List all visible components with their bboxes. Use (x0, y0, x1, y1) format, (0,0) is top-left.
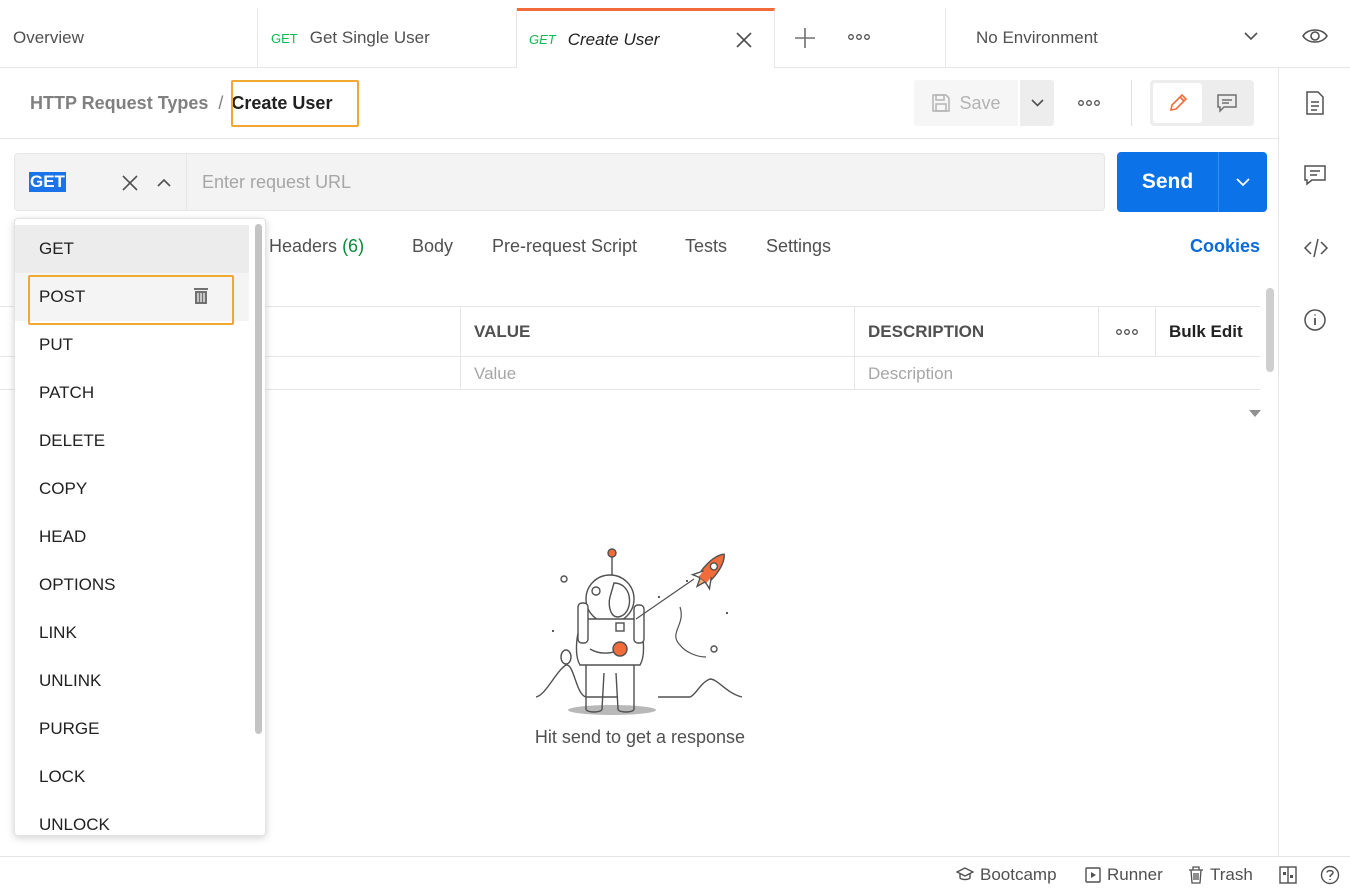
method-option-unlink[interactable]: UNLINK (15, 657, 249, 705)
trash-icon (1189, 866, 1203, 884)
method-option-get[interactable]: GET (15, 225, 249, 273)
chevron-down-icon (1030, 99, 1044, 107)
send-group: Send (1117, 152, 1267, 212)
bootcamp-label: Bootcamp (980, 865, 1057, 884)
tab-headers-count: (6) (342, 236, 365, 256)
comment-icon (1216, 94, 1237, 113)
save-button[interactable]: Save (914, 80, 1018, 126)
save-label: Save (959, 92, 1001, 113)
chevron-down-icon (1236, 177, 1250, 186)
chevron-down-icon (1244, 32, 1258, 41)
url-input[interactable] (187, 153, 1105, 211)
chevron-up-icon[interactable] (157, 178, 171, 187)
column-header-value: VALUE (461, 307, 855, 357)
tab-label: Create User (567, 29, 660, 49)
method-option-unlock[interactable]: UNLOCK (15, 801, 249, 835)
request-more-icon[interactable] (1078, 99, 1100, 107)
clear-icon[interactable] (121, 174, 139, 192)
environment-label: No Environment (976, 28, 1098, 47)
save-icon (931, 93, 951, 113)
dropdown-scrollbar[interactable] (255, 224, 262, 734)
method-option-put[interactable]: PUT (15, 321, 249, 369)
astronaut-illustration-icon (530, 545, 750, 720)
tab-overview[interactable]: Overview (0, 8, 258, 68)
method-select[interactable]: GET (14, 153, 187, 211)
table-more-icon[interactable] (1099, 307, 1156, 357)
method-option-delete[interactable]: DELETE (15, 417, 249, 465)
info-icon[interactable] (1303, 308, 1329, 334)
column-header-description: DESCRIPTION (855, 307, 1099, 357)
breadcrumb-separator: / (218, 92, 224, 113)
tab-method: GET (529, 32, 556, 47)
method-option-copy[interactable]: COPY (15, 465, 249, 513)
column-divider (854, 307, 855, 390)
mode-toggle (1150, 80, 1254, 126)
environment-select[interactable]: No Environment (946, 8, 1280, 68)
tab-settings[interactable]: Settings (766, 236, 831, 260)
method-option-options[interactable]: OPTIONS (15, 561, 249, 609)
tab-label: Overview (13, 28, 84, 47)
bulk-edit-button[interactable]: Bulk Edit (1156, 307, 1260, 357)
tab-method: GET (271, 30, 298, 46)
header-divider (1131, 80, 1132, 126)
method-value: GET (29, 172, 66, 192)
tab-body[interactable]: Body (412, 236, 453, 260)
tab-tests[interactable]: Tests (685, 236, 727, 260)
method-option-link[interactable]: LINK (15, 609, 249, 657)
comments-icon[interactable] (1303, 163, 1329, 189)
cookies-link[interactable]: Cookies (1190, 236, 1260, 257)
method-option-lock[interactable]: LOCK (15, 753, 249, 801)
tab-more-icon[interactable] (848, 33, 870, 41)
column-divider (1155, 307, 1156, 357)
comment-mode-button[interactable] (1202, 83, 1251, 123)
tab-headers[interactable]: Headers (6) (269, 236, 364, 260)
tab-pre-request-script[interactable]: Pre-request Script (492, 236, 637, 260)
graduation-cap-icon (956, 867, 974, 881)
breadcrumb-parent[interactable]: HTTP Request Types (30, 93, 208, 114)
params-scrollbar[interactable] (1266, 288, 1274, 372)
value-cell-input[interactable]: Value (461, 357, 855, 390)
method-option-purge[interactable]: PURGE (15, 705, 249, 753)
edit-mode-button[interactable] (1153, 83, 1202, 123)
help-icon[interactable] (1320, 865, 1340, 885)
bootcamp-button[interactable]: Bootcamp (956, 864, 1057, 886)
runner-label: Runner (1107, 865, 1163, 884)
tab-create-user[interactable]: GET Create User (517, 8, 775, 68)
tab-get-single-user[interactable]: GET Get Single User (258, 8, 517, 68)
send-button[interactable]: Send (1117, 152, 1219, 212)
method-option-head[interactable]: HEAD (15, 513, 249, 561)
eye-icon[interactable] (1302, 26, 1328, 46)
collapse-triangle-icon[interactable] (1249, 410, 1261, 418)
new-tab-icon[interactable] (794, 27, 816, 49)
tab-headers-label: Headers (269, 236, 338, 256)
column-divider (460, 307, 461, 390)
runner-button[interactable]: Runner (1085, 864, 1163, 886)
tab-label: Get Single User (309, 28, 430, 47)
description-cell-input[interactable]: Description (855, 357, 1260, 390)
trash-button[interactable]: Trash (1188, 864, 1253, 886)
highlight-box (231, 80, 359, 127)
highlight-box (28, 275, 234, 325)
column-divider (1098, 307, 1099, 357)
documentation-icon[interactable] (1303, 90, 1329, 116)
close-tab-icon[interactable] (735, 31, 753, 49)
save-group: Save (914, 80, 1054, 126)
method-option-patch[interactable]: PATCH (15, 369, 249, 417)
header-rule (0, 138, 1278, 139)
code-icon[interactable] (1303, 236, 1329, 262)
trash-label: Trash (1210, 865, 1253, 884)
save-options-button[interactable] (1020, 80, 1054, 126)
pencil-icon (1169, 93, 1187, 112)
send-options-button[interactable] (1219, 152, 1267, 212)
two-pane-icon[interactable] (1279, 866, 1297, 884)
play-icon (1085, 867, 1101, 883)
